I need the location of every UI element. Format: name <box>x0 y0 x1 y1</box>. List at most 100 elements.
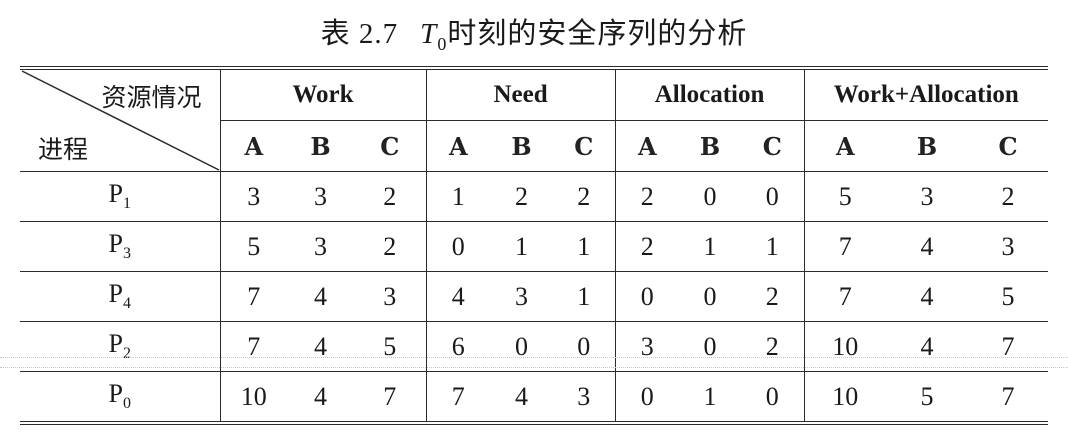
table-row: P3 5 3 2 0 1 1 2 1 1 7 4 3 <box>20 221 1049 272</box>
process-cell: P4 <box>20 271 221 322</box>
need-a-cell: 6 <box>426 321 491 372</box>
need-c-cell: 1 <box>553 271 616 322</box>
corner-label-process: 进程 <box>38 135 89 164</box>
subcol-need-a: A <box>426 120 491 172</box>
need-b-cell: 1 <box>490 221 554 272</box>
subcol-work-c: C <box>354 120 427 172</box>
work-allocation-b-cell: 4 <box>886 321 969 372</box>
work-a-cell: 3 <box>220 171 287 222</box>
work-a-cell: 7 <box>220 271 287 322</box>
work-allocation-c-cell: 2 <box>968 171 1049 222</box>
need-a-cell: 1 <box>426 171 491 222</box>
process-cell: P0 <box>20 371 221 423</box>
need-b-cell: 0 <box>490 321 554 372</box>
work-c-cell: 2 <box>354 221 427 272</box>
work-a-cell: 5 <box>220 221 287 272</box>
table-row: P4 7 4 3 4 3 1 0 0 2 7 4 5 <box>20 271 1049 322</box>
need-b-cell: 2 <box>490 171 554 222</box>
subcol-wa-c: C <box>968 120 1049 172</box>
need-b-cell: 3 <box>490 271 554 322</box>
group-header-allocation: Allocation <box>615 68 805 121</box>
caption-title: 时刻的安全序列的分析 <box>447 18 748 50</box>
work-allocation-c-cell: 7 <box>968 321 1049 372</box>
work-allocation-a-cell: 10 <box>804 321 887 372</box>
allocation-b-cell: 0 <box>679 271 742 322</box>
process-name: P <box>108 379 123 409</box>
allocation-a-cell: 2 <box>615 221 680 272</box>
work-c-cell: 5 <box>354 321 427 372</box>
need-c-cell: 2 <box>553 171 616 222</box>
subcol-alloc-a: A <box>615 120 680 172</box>
work-b-cell: 4 <box>314 381 327 411</box>
work-b-cell: 4 <box>287 321 354 372</box>
subcol-need-b: B <box>490 120 554 172</box>
group-header-work: Work <box>220 68 427 121</box>
allocation-a-cell: 3 <box>615 321 680 372</box>
need-c-cell: 1 <box>553 221 616 272</box>
work-c-cell: 7 <box>354 371 427 423</box>
subcol-work-b: B <box>287 120 354 172</box>
scan-artifact-line <box>0 367 1068 368</box>
group-header-need: Need <box>426 68 616 121</box>
work-allocation-b-cell: 3 <box>886 171 969 222</box>
table-row: P0 10 4 7 7 4 3 0 1 0 10 5 7 <box>20 371 1048 423</box>
allocation-b-cell: 0 <box>679 171 742 222</box>
process-subscript: 3 <box>122 245 131 263</box>
work-b-cell: 3 <box>287 221 354 272</box>
process-subscript: 4 <box>122 295 131 313</box>
allocation-a-cell: 0 <box>640 381 654 411</box>
work-c-cell: 2 <box>354 171 427 222</box>
work-a-cell: 10 <box>240 381 267 411</box>
need-a-cell: 0 <box>426 221 491 272</box>
work-a-cell: 7 <box>220 321 287 372</box>
process-cell: P3 <box>20 221 221 272</box>
corner-header: 资源情况 进程 <box>20 68 221 172</box>
table-row: P1 3 3 2 1 2 2 2 0 0 5 3 2 <box>20 171 1049 222</box>
process-name: P <box>108 229 123 259</box>
process-cell: P1 <box>20 171 221 222</box>
need-a-cell: 7 <box>451 381 465 411</box>
allocation-c-cell: 2 <box>741 271 805 322</box>
work-b-cell: 3 <box>287 171 354 222</box>
process-subscript: 1 <box>122 195 131 213</box>
work-allocation-a-cell: 7 <box>804 271 887 322</box>
safety-sequence-table: 资源情况 进程 Work Need Allocation Work+Alloca… <box>20 66 1049 425</box>
work-allocation-a-cell: 7 <box>804 221 887 272</box>
need-b-cell: 4 <box>515 381 529 411</box>
process-subscript: 2 <box>122 345 131 363</box>
allocation-b-cell: 1 <box>679 221 742 272</box>
subcol-wa-b: B <box>886 120 969 172</box>
work-allocation-a-cell: 10 <box>832 381 859 411</box>
caption-t-subscript: 0 <box>437 33 448 54</box>
allocation-c-cell: 1 <box>741 221 805 272</box>
table-row: P2 7 4 5 6 0 0 3 0 2 10 4 7 <box>20 321 1049 372</box>
subcol-wa-a: A <box>804 120 887 172</box>
work-b-cell: 4 <box>287 271 354 322</box>
table-body: P1 3 3 2 1 2 2 2 0 0 5 3 2 P3 5 3 2 0 1 1 2 1 1 7 4 3 P4 7 4 3 4 3 1 0 0 2 7… <box>20 171 1049 423</box>
allocation-b-cell: 0 <box>679 321 742 372</box>
scan-artifact-line <box>0 357 1068 358</box>
need-c-cell: 3 <box>553 371 616 423</box>
work-allocation-c-cell: 7 <box>1001 381 1015 411</box>
allocation-c-cell: 2 <box>741 321 805 372</box>
process-name: P <box>108 329 123 359</box>
table-number: 表 2.7 <box>320 18 399 50</box>
process-cell: P2 <box>20 321 221 372</box>
process-name: P <box>108 179 123 209</box>
allocation-a-cell: 2 <box>615 171 680 222</box>
allocation-a-cell: 0 <box>615 271 680 322</box>
table-caption: 表 2.7 T0时刻的安全序列的分析 <box>0 14 1068 64</box>
allocation-c-cell: 0 <box>741 371 805 423</box>
need-a-cell: 4 <box>426 271 491 322</box>
work-c-cell: 3 <box>354 271 427 322</box>
process-subscript: 0 <box>122 395 131 413</box>
subcol-alloc-b: B <box>679 120 742 172</box>
work-allocation-a-cell: 5 <box>804 171 887 222</box>
work-allocation-b-cell: 4 <box>886 221 969 272</box>
work-allocation-c-cell: 5 <box>968 271 1049 322</box>
work-allocation-b-cell: 5 <box>920 381 934 411</box>
header-row-groups: 资源情况 进程 Work Need Allocation Work+Alloca… <box>20 68 1049 172</box>
group-header-work-allocation: Work+Allocation <box>804 68 1049 121</box>
work-allocation-b-cell: 4 <box>886 271 969 322</box>
subcol-alloc-c: C <box>741 120 805 172</box>
